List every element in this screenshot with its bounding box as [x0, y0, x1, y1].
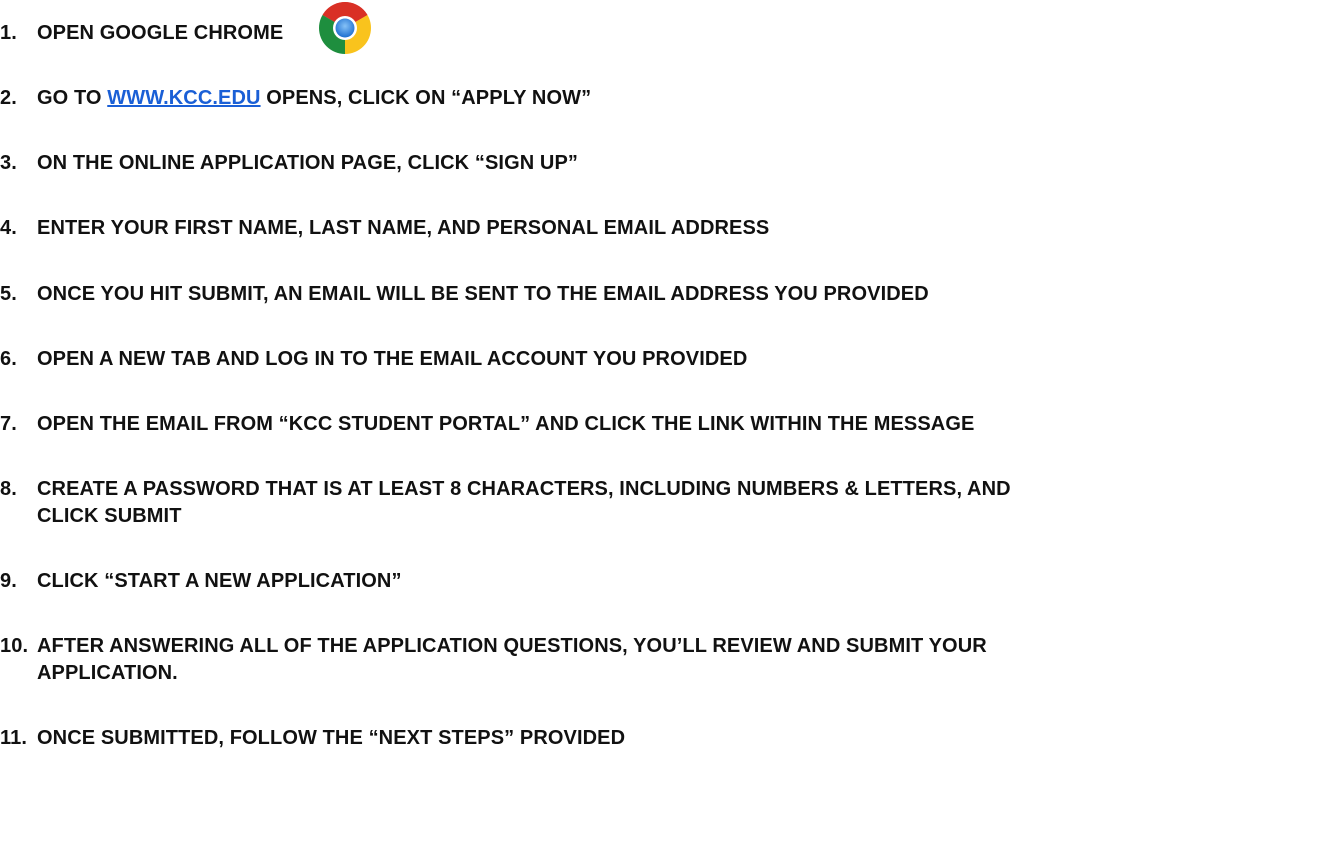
step-6: 6. OPEN A NEW TAB AND LOG IN TO THE EMAI…: [0, 346, 1324, 373]
step-9: 9. CLICK “START A NEW APPLICATION”: [0, 568, 1324, 595]
step-11: 11. ONCE SUBMITTED, FOLLOW THE “NEXT STE…: [0, 725, 1324, 752]
step-text: AFTER ANSWERING ALL OF THE APPLICATION Q…: [37, 633, 987, 687]
step-text: ENTER YOUR FIRST NAME, LAST NAME, AND PE…: [37, 217, 770, 239]
step-4: 4. ENTER YOUR FIRST NAME, LAST NAME, AND…: [0, 215, 1324, 242]
step-text-line-1: CREATE A PASSWORD THAT IS AT LEAST 8 CHA…: [37, 478, 1011, 500]
kcc-website-link[interactable]: WWW.KCC.EDU: [107, 87, 260, 109]
step-text: CREATE A PASSWORD THAT IS AT LEAST 8 CHA…: [37, 476, 1011, 530]
step-8: 8. CREATE A PASSWORD THAT IS AT LEAST 8 …: [0, 476, 1324, 530]
step-text-line-2: APPLICATION.: [37, 662, 178, 684]
step-number: 1.: [0, 22, 17, 44]
step-number: 3.: [0, 152, 17, 174]
step-number: 6.: [0, 348, 17, 370]
chrome-icon: [319, 2, 371, 54]
step-number: 11.: [0, 727, 27, 749]
step-text-suffix: OPENS, CLICK ON “APPLY NOW”: [260, 87, 592, 109]
step-number: 7.: [0, 413, 17, 435]
step-text-line-2: CLICK SUBMIT: [37, 505, 182, 527]
step-number: 10.: [0, 635, 29, 657]
step-text: ON THE ONLINE APPLICATION PAGE, CLICK “S…: [37, 152, 579, 174]
step-10: 10. AFTER ANSWERING ALL OF THE APPLICATI…: [0, 633, 1324, 687]
step-number: 5.: [0, 283, 17, 305]
step-text: OPEN A NEW TAB AND LOG IN TO THE EMAIL A…: [37, 348, 748, 370]
step-text: ONCE YOU HIT SUBMIT, AN EMAIL WILL BE SE…: [37, 283, 929, 305]
step-number: 9.: [0, 570, 17, 592]
step-5: 5. ONCE YOU HIT SUBMIT, AN EMAIL WILL BE…: [0, 281, 1324, 308]
step-1: 1. OPEN GOOGLE CHROME: [0, 20, 1324, 47]
step-7: 7. OPEN THE EMAIL FROM “KCC STUDENT PORT…: [0, 411, 1324, 438]
step-text: GO TO WWW.KCC.EDU OPENS, CLICK ON “APPLY…: [37, 85, 591, 112]
step-text-line-1: AFTER ANSWERING ALL OF THE APPLICATION Q…: [37, 635, 987, 657]
step-2: 2. GO TO WWW.KCC.EDU OPENS, CLICK ON “AP…: [0, 85, 1324, 112]
step-text: OPEN THE EMAIL FROM “KCC STUDENT PORTAL”…: [37, 413, 975, 435]
step-number: 8.: [0, 478, 17, 500]
step-text: ONCE SUBMITTED, FOLLOW THE “NEXT STEPS” …: [37, 727, 626, 749]
step-text-prefix: GO TO: [37, 87, 108, 109]
step-text: CLICK “START A NEW APPLICATION”: [37, 570, 402, 592]
step-number: 4.: [0, 217, 17, 239]
step-text: OPEN GOOGLE CHROME: [37, 22, 284, 44]
step-number: 2.: [0, 87, 17, 109]
step-3: 3. ON THE ONLINE APPLICATION PAGE, CLICK…: [0, 150, 1324, 177]
